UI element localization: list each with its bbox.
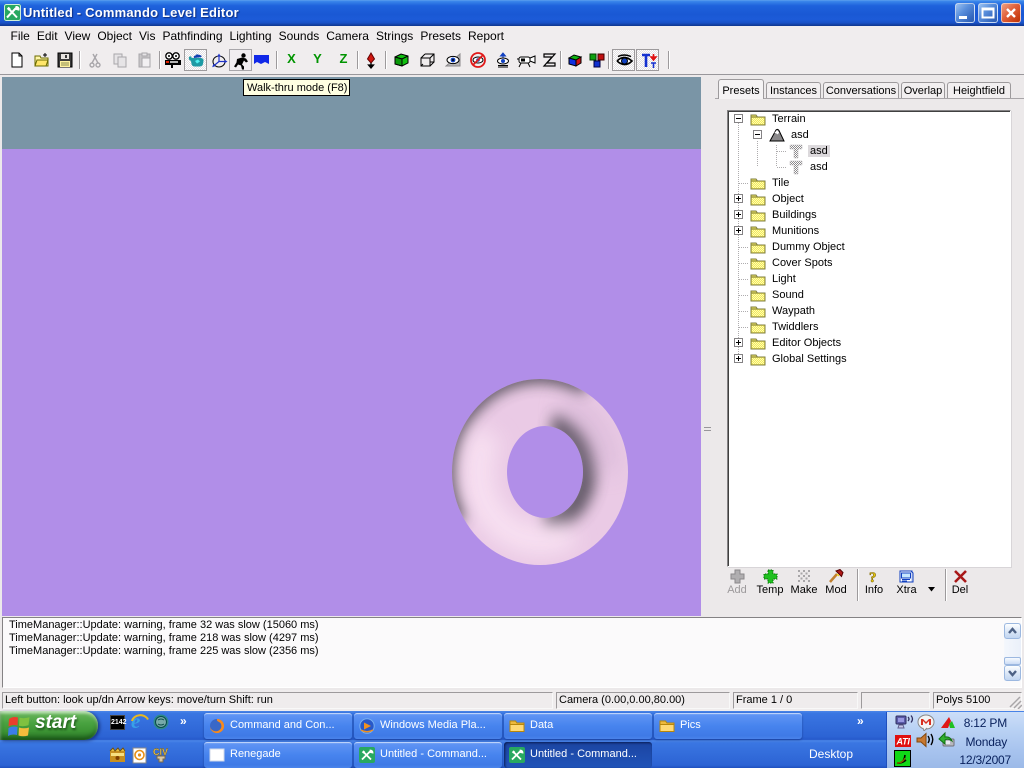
svg-text:ATI: ATI: [896, 737, 911, 747]
svg-text:?: ?: [869, 570, 877, 584]
